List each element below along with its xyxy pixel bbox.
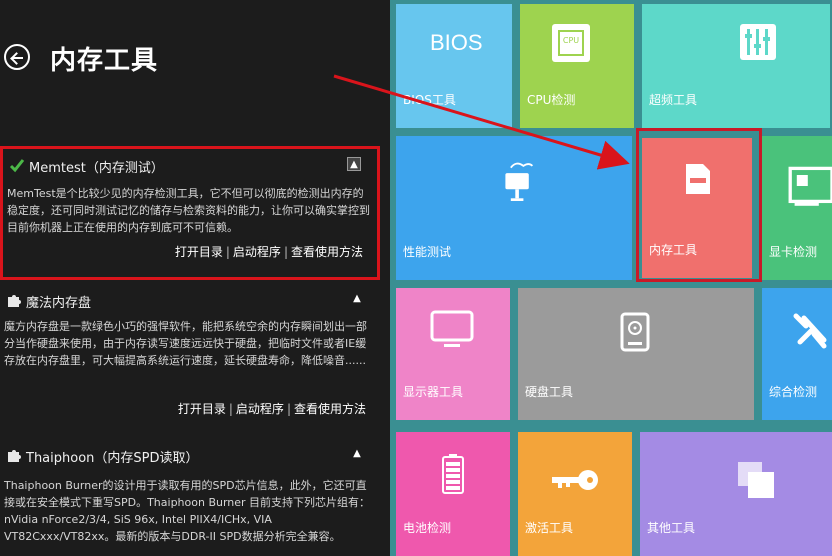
tool-tiles-grid: BIOS BIOS工具 CPU CPU检测 超频工具 性能测试 内存工具 显卡检… xyxy=(390,0,832,556)
key-icon xyxy=(552,470,598,490)
tile-disk-tools[interactable]: 硬盘工具 xyxy=(518,288,754,420)
tool-description: MemTest是个比较少见的内存检测工具，它不但可以彻底的检测出内存的稳定度，还… xyxy=(7,187,370,234)
graphics-card-icon xyxy=(788,166,832,206)
tool-item-memtest: Memtest（内存测试） ▲ MemTest是个比较少见的内存检测工具，它不但… xyxy=(0,146,380,280)
tile-label: BIOS工具 xyxy=(403,93,456,107)
view-usage-link[interactable]: 查看使用方法 xyxy=(294,402,366,416)
tool-description: Thaiphoon Burner的设计用于读取有用的SPD芯片信息，此外，它还可… xyxy=(4,479,371,543)
tile-label: 内存工具 xyxy=(649,243,698,257)
cpu-chip-text: CPU xyxy=(562,36,580,45)
tool-name: Memtest（内存测试） xyxy=(29,161,164,176)
tile-activation-tools[interactable]: 激活工具 xyxy=(518,432,632,556)
tool-name: 魔法内存盘 xyxy=(26,296,92,311)
page-title: 内存工具 xyxy=(50,46,159,76)
tile-overclock-tools[interactable]: 超频工具 xyxy=(642,4,830,128)
open-folder-link[interactable]: 打开目录 xyxy=(175,245,223,259)
chevron-up-icon[interactable]: ▲ xyxy=(350,447,364,461)
open-folder-link[interactable]: 打开目录 xyxy=(178,402,226,416)
chevron-up-icon[interactable]: ▲ xyxy=(347,157,361,171)
tile-performance-test[interactable]: 性能测试 xyxy=(396,136,632,280)
tool-links: 打开目录 | 启动程序 | 查看使用方法 xyxy=(177,402,366,416)
tile-label: 超频工具 xyxy=(649,93,698,107)
view-usage-link[interactable]: 查看使用方法 xyxy=(291,245,363,259)
monitor-stand-icon xyxy=(505,162,534,201)
tile-battery-check[interactable]: 电池检测 xyxy=(396,432,510,556)
wrench-icon xyxy=(793,313,827,349)
puzzle-icon xyxy=(8,450,21,462)
sd-card-icon xyxy=(686,164,710,194)
tile-label: CPU检测 xyxy=(527,93,576,107)
tool-item-magic-ramdisk: 魔法内存盘 ▲ 魔方内存盘是一款绿色小巧的强悍软件，能把系统空余的内存瞬间划出一… xyxy=(0,288,380,420)
bios-icon: BIOS xyxy=(430,30,483,55)
tile-label: 综合检测 xyxy=(769,385,818,399)
launch-program-link[interactable]: 启动程序 xyxy=(236,402,284,416)
tool-item-thaiphoon: Thaiphoon（内存SPD读取） ▲ Thaiphoon Burner的设计… xyxy=(0,443,380,547)
tile-label: 电池检测 xyxy=(403,521,452,535)
tool-header[interactable]: 魔法内存盘 ▲ xyxy=(0,288,380,314)
back-arrow-icon[interactable] xyxy=(4,44,30,70)
tile-label: 硬盘工具 xyxy=(525,385,574,399)
monitor-icon xyxy=(430,310,474,347)
launch-program-link[interactable]: 启动程序 xyxy=(233,245,281,259)
tool-header[interactable]: Thaiphoon（内存SPD读取） ▲ xyxy=(0,443,380,469)
tool-links: 打开目录 | 启动程序 | 查看使用方法 xyxy=(174,245,363,259)
tool-name: Thaiphoon（内存SPD读取） xyxy=(26,451,199,466)
tile-label: 激活工具 xyxy=(525,521,574,535)
tile-bios-tools[interactable]: BIOS BIOS工具 xyxy=(396,4,512,128)
tile-display-tools[interactable]: 显示器工具 xyxy=(396,288,510,420)
battery-icon xyxy=(442,454,464,494)
cpu-chip-icon: CPU xyxy=(552,24,590,62)
tile-cpu-check[interactable]: CPU CPU检测 xyxy=(520,4,634,128)
tile-label: 显卡检测 xyxy=(769,245,818,259)
chevron-up-icon[interactable]: ▲ xyxy=(350,292,364,306)
memtest-check-icon xyxy=(9,159,25,173)
tile-memory-tools[interactable]: 内存工具 xyxy=(642,138,752,278)
tile-label: 性能测试 xyxy=(403,245,452,259)
tile-label: 其他工具 xyxy=(647,521,696,535)
tile-gpu-check[interactable]: 显卡检测 xyxy=(762,136,832,280)
hard-drive-icon xyxy=(620,312,650,352)
tool-header[interactable]: Memtest（内存测试） ▲ xyxy=(3,153,377,179)
tile-general-check[interactable]: 综合检测 xyxy=(762,288,832,420)
puzzle-icon xyxy=(8,295,21,307)
tile-other-tools[interactable]: 其他工具 xyxy=(640,432,832,556)
tool-description: 魔方内存盘是一款绿色小巧的强悍软件，能把系统空余的内存瞬间划出一部分当作硬盘来使… xyxy=(4,320,367,367)
memory-tools-panel: 内存工具 Memtest（内存测试） ▲ MemTest是个比较少见的内存检测工… xyxy=(0,0,390,556)
tile-label: 显示器工具 xyxy=(403,385,464,399)
equalizer-icon xyxy=(740,24,776,60)
stacked-windows-icon xyxy=(738,462,774,498)
